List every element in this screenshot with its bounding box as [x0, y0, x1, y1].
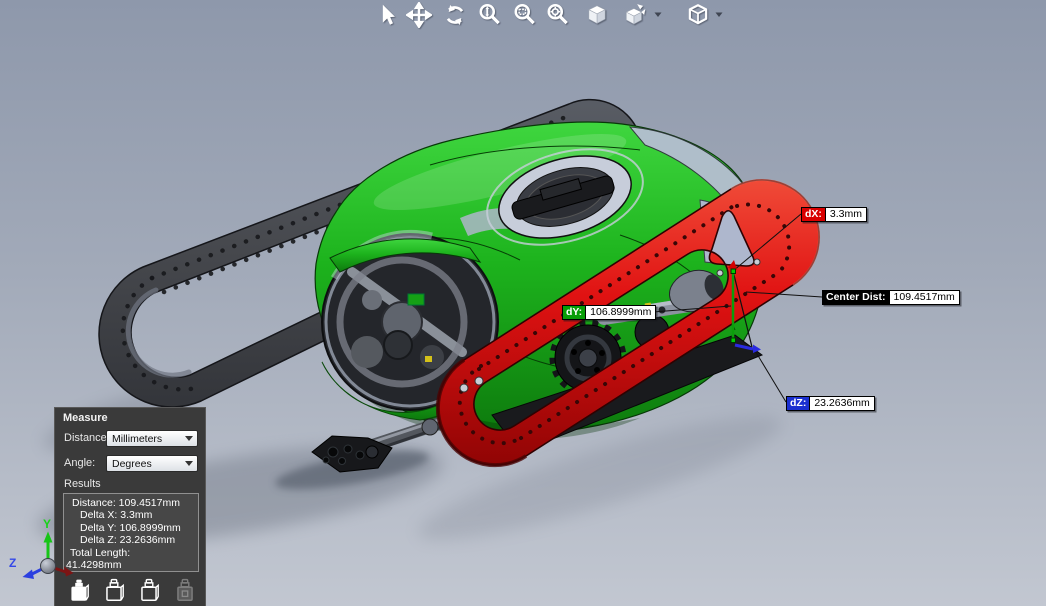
rotate-view-button[interactable]	[442, 2, 468, 28]
weight-icon-button-4-disabled	[173, 578, 197, 604]
distance-units-value: Millimeters	[107, 433, 162, 445]
result-distance: Distance: 109.4517mm	[64, 497, 198, 509]
weight-icon-button-3[interactable]	[137, 578, 161, 604]
frame-screw	[754, 259, 760, 265]
shaded-view-button[interactable]	[584, 2, 610, 28]
results-label: Results	[64, 478, 101, 490]
display-style-dropdown-caret[interactable]	[714, 11, 724, 19]
shaded-cube-icon	[584, 2, 610, 28]
zoom-to-fit-button[interactable]	[545, 2, 571, 28]
center-distance-label: Center Dist:	[823, 291, 890, 304]
dz-value: 23.2636mm	[810, 397, 873, 410]
callout-dy[interactable]: dY: 106.8999mm	[562, 305, 656, 320]
view-orientation-button[interactable]	[622, 2, 648, 28]
triad-origin-sphere	[41, 559, 56, 574]
measure-dialog-title: Measure	[55, 408, 205, 426]
view-orientation-icon	[622, 2, 648, 28]
triad-z-label: Z	[9, 556, 16, 570]
frame-screw	[717, 270, 723, 276]
frame-screw	[475, 377, 483, 385]
zoom-in-out-icon	[477, 2, 503, 28]
pan-icon	[406, 2, 432, 28]
weight-icon	[102, 578, 126, 604]
triad-y-axis-arrow	[44, 532, 53, 543]
weight-icon	[137, 578, 161, 604]
weight-icon-button-2[interactable]	[102, 578, 126, 604]
zoom-to-area-button[interactable]	[512, 2, 538, 28]
yellow-marker	[425, 356, 432, 362]
callout-center-distance[interactable]: Center Dist: 109.4517mm	[822, 290, 960, 305]
view-toolbar	[0, 0, 1046, 32]
callout-dx[interactable]: dX: 3.3mm	[801, 207, 867, 222]
chevron-down-icon	[185, 461, 193, 466]
callout-dz[interactable]: dZ: 23.2636mm	[786, 396, 875, 411]
distance-units-dropdown[interactable]: Millimeters	[106, 430, 198, 447]
zoom-to-area-icon	[512, 2, 538, 28]
zoom-to-fit-icon	[545, 2, 571, 28]
chevron-down-icon	[185, 436, 193, 441]
angle-units-row: Angle: Degrees	[55, 455, 205, 473]
orientation-triad: Y Z	[0, 515, 100, 606]
weight-icon-disabled	[173, 578, 197, 604]
dx-label: dX:	[802, 208, 826, 221]
distance-label: Distance:	[64, 432, 110, 444]
angle-label: Angle:	[64, 457, 95, 469]
display-style-cube-icon	[685, 2, 711, 28]
distance-units-row: Distance: Millimeters	[55, 430, 205, 448]
center-distance-value: 109.4517mm	[890, 291, 959, 304]
dy-label: dY:	[563, 306, 586, 319]
select-arrow-icon	[383, 5, 395, 25]
frame-screw	[460, 384, 468, 392]
dz-label: dZ:	[787, 397, 810, 410]
select-tool-button[interactable]	[372, 2, 398, 28]
angle-units-value: Degrees	[107, 458, 152, 470]
triad-x-axis-arrow	[64, 567, 74, 577]
dx-value: 3.3mm	[826, 208, 866, 221]
triad-y-label: Y	[43, 517, 51, 531]
rotate-icon	[442, 2, 468, 28]
pan-tool-button[interactable]	[406, 2, 432, 28]
view-orientation-dropdown-caret[interactable]	[653, 11, 663, 19]
angle-units-dropdown[interactable]: Degrees	[106, 455, 198, 472]
dy-value: 106.8999mm	[586, 306, 655, 319]
zoom-in-out-button[interactable]	[477, 2, 503, 28]
triad-z-axis-arrow	[23, 570, 35, 580]
cad-viewport: dX: 3.3mm Center Dist: 109.4517mm dZ: 23…	[0, 0, 1046, 606]
display-style-button[interactable]	[685, 2, 711, 28]
